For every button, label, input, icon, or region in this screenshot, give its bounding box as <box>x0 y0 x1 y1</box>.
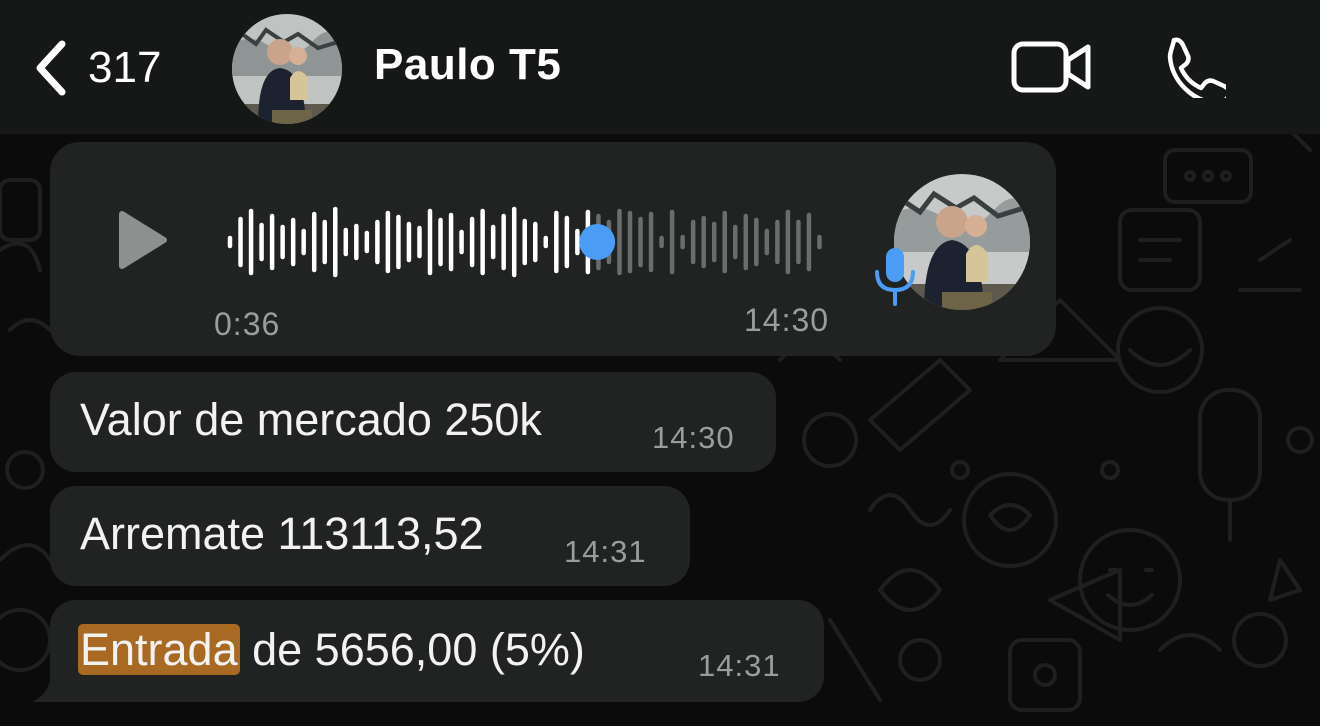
search-highlight: Entrada <box>78 624 240 675</box>
message-timestamp: 14:31 <box>564 534 647 569</box>
message-text: Arremate 113113,52 <box>80 508 484 559</box>
playback-scrubber[interactable] <box>579 224 616 260</box>
video-call-button[interactable] <box>1010 38 1092 96</box>
phone-icon <box>1167 37 1232 106</box>
message-text: Valor de mercado 250k <box>80 394 542 445</box>
contact-name[interactable]: Paulo T5 <box>374 40 561 90</box>
play-button[interactable] <box>116 208 172 272</box>
message-bubble[interactable]: Arremate 113113,52 14:31 <box>50 486 690 586</box>
message-text: Entrada de 5656,00 (5%) <box>78 624 585 676</box>
microphone-icon <box>875 248 915 306</box>
voice-duration: 0:36 <box>214 306 281 342</box>
message-bubble[interactable]: Entrada de 5656,00 (5%) 14:31 <box>50 600 824 702</box>
message-timestamp: 14:30 <box>652 420 735 455</box>
chat-header: 317 Paulo T5 <box>0 0 1320 134</box>
message-timestamp: 14:31 <box>698 648 781 683</box>
back-button[interactable]: 317 <box>30 30 161 106</box>
chevron-left-icon <box>36 40 66 96</box>
play-icon <box>119 211 167 269</box>
voice-message-bubble: 0:36 14:30 <box>50 142 1056 356</box>
message-bubble[interactable]: Valor de mercado 250k 14:30 <box>50 372 776 472</box>
message-text-rest: de 5656,00 (5%) <box>239 624 585 675</box>
voice-timestamp: 14:30 <box>744 302 830 338</box>
voice-call-button[interactable] <box>1160 36 1232 106</box>
audio-waveform[interactable] <box>220 190 840 294</box>
video-camera-icon <box>1011 41 1091 93</box>
avatar-photo <box>232 14 342 124</box>
unread-count: 317 <box>88 43 162 92</box>
contact-avatar[interactable] <box>232 14 342 124</box>
